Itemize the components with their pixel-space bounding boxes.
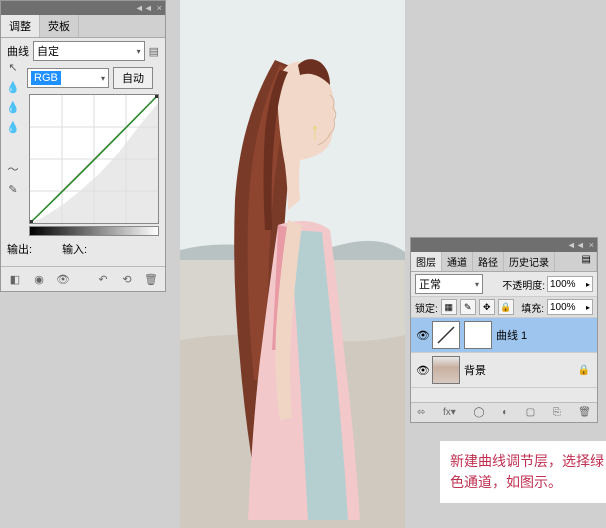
eyedropper-gray-icon[interactable]: 💧 [5,99,21,115]
adjustment-layer-icon[interactable]: ◐ [502,407,508,418]
visibility-toggle-icon[interactable]: 👁 [414,364,432,377]
tab-adjustments[interactable]: 调整 [1,15,40,37]
visibility-toggle-icon[interactable]: 👁 [414,329,432,342]
panel-menu-icon[interactable]: ▤ [577,252,597,271]
fill-input[interactable]: 100%▸ [547,299,593,315]
adjustment-thumb [432,321,460,349]
input-label: 输入: [62,241,87,257]
fx-icon[interactable]: fx▾ [443,407,456,418]
new-layer-icon[interactable]: ⎘ [553,407,561,418]
blend-mode-select[interactable]: 正常▾ [415,274,483,294]
layers-panel-header: ◄◄ × [411,238,597,252]
tab-channels[interactable]: 通道 [442,252,473,271]
link-layers-icon[interactable]: ⬄ [417,407,425,418]
layer-name: 背景 [464,362,486,378]
lock-label: 锁定: [415,300,438,315]
panel-menu-icon[interactable]: ▤ [149,45,159,58]
adjustment-type-label: 曲线 [7,43,29,59]
trash-icon[interactable]: 🗑 [578,407,591,418]
lock-paint-icon[interactable]: ✎ [460,299,476,315]
output-label: 输出: [7,241,32,257]
lock-icon: 🔒 [578,365,590,376]
channel-select[interactable]: RGB▾ [27,68,109,88]
group-icon[interactable]: ▢ [526,407,535,418]
layer-row-curves[interactable]: 👁 曲线 1 [411,318,597,353]
clip-icon[interactable]: ◉ [31,271,47,287]
lock-position-icon[interactable]: ✥ [479,299,495,315]
preset-select[interactable]: 自定▾ [33,41,145,61]
layer-icon[interactable]: ◧ [7,271,23,287]
curve-pencil-tool-icon[interactable]: ✎ [5,181,21,197]
tab-history[interactable]: 历史记录 [504,252,555,271]
mask-thumb [464,321,492,349]
opacity-input[interactable]: 100%▸ [547,276,593,292]
layers-panel: ◄◄ × 图层 通道 路径 历史记录 ▤ 正常▾ 不透明度: 100%▸ 锁定:… [410,237,598,423]
tab-paths[interactable]: 路径 [473,252,504,271]
close-icon[interactable]: × [589,240,594,250]
curves-tools: ↖ 💧 💧 💧 〜 ✎ [5,59,23,201]
document-canvas[interactable] [180,0,405,528]
trash-icon[interactable]: 🗑 [143,271,159,287]
reset-icon[interactable]: ⟲ [119,271,135,287]
gradient-ramp [29,226,159,236]
on-image-tool-icon[interactable]: ↖ [5,59,21,75]
panel-header: ◄◄ × [1,1,165,15]
layers-footer: ⬄ fx▾ ◯ ◐ ▢ ⎘ 🗑 [411,402,597,422]
curve-point-tool-icon[interactable]: 〜 [5,161,21,177]
adjustments-panel: ◄◄ × 调整 荧板 曲线 自定▾ ▤ RGB▾ 自动 ↖ 💧 💧 💧 〜 ✎ [0,0,166,292]
layer-thumb [432,356,460,384]
layer-name: 曲线 1 [496,327,527,343]
visibility-icon[interactable]: 👁 [55,271,71,287]
fill-label: 填充: [521,300,544,315]
adjustments-footer: ◧ ◉ 👁 ↶ ⟲ 🗑 [1,266,165,291]
curve-grid[interactable] [29,94,159,224]
adjustments-tabs: 调整 荧板 [1,15,165,38]
collapse-icon[interactable]: ◄◄ [135,3,153,13]
layer-row-background[interactable]: 👁 背景 🔒 [411,353,597,388]
annotation-note: 新建曲线调节层，选择绿色通道，如图示。 [440,441,606,503]
lock-all-icon[interactable]: 🔒 [498,299,514,315]
layers-tabs: 图层 通道 路径 历史记录 ▤ [411,252,597,272]
tab-presets[interactable]: 荧板 [40,15,79,37]
close-icon[interactable]: × [157,3,162,13]
collapse-icon[interactable]: ◄◄ [567,240,585,250]
eyedropper-white-icon[interactable]: 💧 [5,119,21,135]
prev-state-icon[interactable]: ↶ [95,271,111,287]
auto-button[interactable]: 自动 [113,67,153,89]
tab-layers[interactable]: 图层 [411,252,442,271]
mask-icon[interactable]: ◯ [473,407,484,418]
lock-transparency-icon[interactable]: ▦ [441,299,457,315]
opacity-label: 不透明度: [502,277,545,292]
eyedropper-black-icon[interactable]: 💧 [5,79,21,95]
